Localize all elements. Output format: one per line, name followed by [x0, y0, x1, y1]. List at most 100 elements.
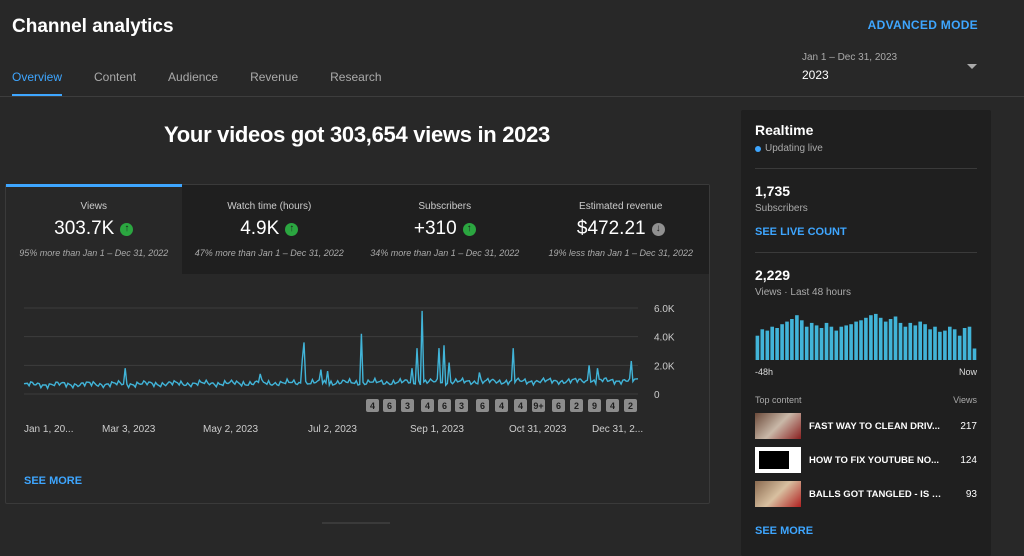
- event-marker-label: 2: [628, 401, 633, 411]
- video-views: 93: [965, 488, 977, 500]
- hourly-bar: [913, 325, 918, 360]
- subscriber-count: 1,735: [755, 183, 791, 199]
- metric-comparison: 19% less than Jan 1 – Dec 31, 2022: [548, 248, 694, 258]
- date-range-selector[interactable]: Jan 1 – Dec 31, 2023 2023: [802, 52, 982, 86]
- tab-research[interactable]: Research: [330, 70, 381, 96]
- x-tick-label: Sep 1, 2023: [410, 424, 464, 435]
- metric-label: Estimated revenue: [579, 201, 663, 212]
- hourly-bar: [923, 324, 927, 360]
- axis-end-label: Now: [958, 367, 977, 377]
- live-status: Updating live: [755, 143, 977, 154]
- hourly-bar: [888, 319, 893, 360]
- date-range-text: Jan 1 – Dec 31, 2023: [802, 52, 898, 63]
- hourly-bar: [869, 315, 873, 360]
- hourly-bar: [943, 330, 947, 360]
- hourly-bar: [859, 320, 863, 360]
- hourly-bar: [755, 335, 760, 360]
- views-line-chart[interactable]: 0 2.0K 4.0K 6.0K 4 6 3 4 6 3 6 4 4 9+ 6 2 9 4 2 Jan 1, 20..…: [6, 274, 709, 504]
- video-views: 217: [960, 420, 977, 432]
- top-content-item[interactable]: BALLS GOT TANGLED - IS T... 93: [755, 481, 977, 507]
- tab-revenue[interactable]: Revenue: [250, 70, 298, 96]
- hourly-bar: [948, 326, 952, 360]
- summary-headline: Your videos got 303,654 views in 2023: [164, 122, 550, 147]
- see-more-link[interactable]: SEE MORE: [24, 475, 82, 487]
- tab-content[interactable]: Content: [94, 70, 136, 96]
- hourly-bar: [780, 324, 784, 360]
- metric-label: Watch time (hours): [227, 201, 312, 212]
- axis-start-label: -48h: [755, 367, 774, 377]
- event-marker-label: 6: [387, 401, 392, 411]
- hourly-bar: [957, 335, 962, 360]
- video-thumbnail: [755, 413, 801, 439]
- hourly-bar: [809, 322, 814, 360]
- realtime-title: Realtime: [755, 122, 814, 138]
- hourly-bar: [790, 319, 794, 360]
- arrow-down-icon: ↓: [651, 222, 665, 236]
- hourly-views-bar-chart[interactable]: [755, 312, 977, 360]
- event-marker-label: 4: [370, 401, 375, 411]
- realtime-see-more-link[interactable]: SEE MORE: [755, 525, 977, 537]
- hourly-bar: [760, 329, 765, 360]
- metric-comparison: 95% more than Jan 1 – Dec 31, 2022: [19, 248, 169, 258]
- live-status-text: Updating live: [765, 143, 823, 154]
- x-tick-label: Dec 31, 2...: [592, 424, 643, 435]
- metric-label: Subscribers: [418, 201, 472, 212]
- metric-label: Views: [80, 201, 108, 212]
- top-content-item[interactable]: HOW TO FIX YOUTUBE NO... 124: [755, 447, 977, 473]
- divider: [755, 168, 977, 169]
- event-marker-label: 3: [405, 401, 410, 411]
- event-marker-label: 6: [480, 401, 485, 411]
- event-marker-label: 2: [574, 401, 579, 411]
- see-live-count-link[interactable]: SEE LIVE COUNT: [755, 226, 977, 238]
- hourly-bar: [854, 321, 858, 360]
- live-dot-icon: [755, 145, 761, 152]
- y-tick-label: 4.0K: [654, 333, 675, 344]
- realtime-views-count: 2,229: [755, 267, 791, 283]
- hourly-bar: [962, 328, 967, 360]
- hourly-bar: [933, 326, 937, 360]
- tab-overview[interactable]: Overview: [12, 70, 63, 96]
- hourly-bar: [804, 326, 809, 360]
- metric-value: $472.21: [576, 218, 646, 239]
- y-tick-label: 0: [654, 390, 660, 401]
- hourly-bar: [814, 325, 819, 360]
- event-marker-label: 6: [442, 401, 447, 411]
- metric-views[interactable]: Views 303.7K ↑ 95% more than Jan 1 – Dec …: [6, 184, 182, 274]
- hourly-bar: [770, 326, 774, 360]
- top-content-label: Top content: [755, 395, 802, 405]
- hourly-bar: [883, 321, 888, 360]
- top-content-item[interactable]: FAST WAY TO CLEAN DRIV... 217: [755, 413, 977, 439]
- video-title: BALLS GOT TANGLED - IS T...: [809, 488, 943, 500]
- y-tick-label: 2.0K: [654, 361, 675, 372]
- metric-value: 4.9K: [240, 218, 280, 239]
- hourly-bar: [839, 326, 844, 360]
- arrow-up-icon: ↑: [462, 222, 476, 236]
- metric-value: 303.7K: [54, 218, 115, 239]
- hourly-bar: [898, 322, 903, 360]
- video-thumbnail: [755, 447, 801, 473]
- x-tick-label: Jul 2, 2023: [308, 424, 357, 435]
- hourly-bar: [824, 322, 829, 360]
- event-marker-label: 4: [518, 401, 523, 411]
- hourly-bar: [903, 326, 908, 360]
- tab-bar: Overview Content Audience Revenue Resear…: [12, 70, 382, 96]
- metric-revenue[interactable]: Estimated revenue $472.21 ↓ 19% less than…: [532, 185, 709, 274]
- metric-subscribers[interactable]: Subscribers +310 ↑ 34% more than Jan 1 – …: [357, 185, 533, 274]
- hourly-bar: [918, 321, 922, 360]
- event-marker-label: 6: [556, 401, 561, 411]
- y-tick-label: 6.0K: [654, 304, 675, 315]
- advanced-mode-button[interactable]: ADVANCED MODE: [868, 18, 978, 32]
- realtime-views-label: Views · Last 48 hours: [755, 287, 851, 298]
- metric-watch-time[interactable]: Watch time (hours) 4.9K ↑ 47% more than J…: [181, 185, 357, 274]
- views-series-line: [23, 310, 639, 391]
- hourly-bar: [800, 320, 804, 360]
- tab-audience[interactable]: Audience: [168, 70, 218, 96]
- video-title: HOW TO FIX YOUTUBE NO...: [809, 454, 940, 466]
- hourly-bar: [829, 326, 834, 360]
- hourly-bar: [893, 316, 898, 360]
- event-marker-label: 9: [592, 401, 597, 411]
- hourly-bar: [928, 329, 932, 360]
- metric-comparison: 47% more than Jan 1 – Dec 31, 2022: [194, 248, 344, 258]
- metric-comparison: 34% more than Jan 1 – Dec 31, 2022: [370, 248, 520, 258]
- x-tick-label: Jan 1, 20...: [24, 424, 73, 435]
